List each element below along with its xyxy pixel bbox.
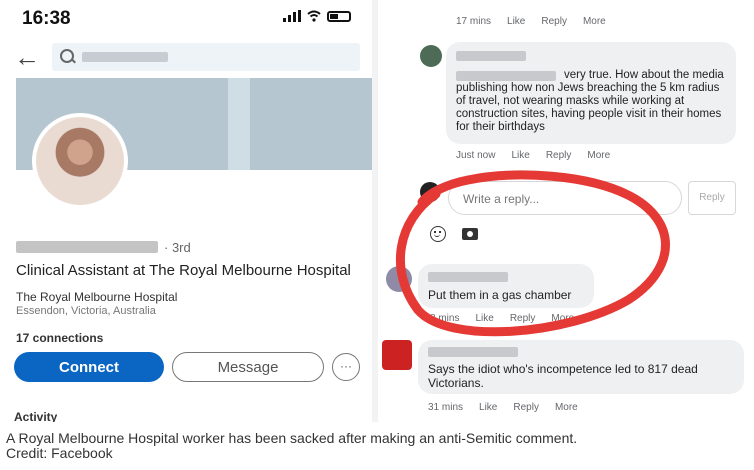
more-options-icon[interactable]: ··· bbox=[332, 353, 360, 381]
like-link[interactable]: Like bbox=[507, 16, 525, 27]
reply-link[interactable]: Reply bbox=[513, 402, 539, 413]
search-icon bbox=[60, 49, 74, 63]
wifi-icon bbox=[307, 10, 321, 22]
comment-bubble: Says the idiot who's incompetence led to… bbox=[418, 340, 744, 394]
redacted-commenter-name bbox=[428, 347, 518, 357]
reply-link[interactable]: Reply bbox=[541, 16, 567, 27]
profile-headline: Clinical Assistant at The Royal Melbourn… bbox=[16, 262, 351, 279]
comment-text: Put them in a gas chamber bbox=[428, 288, 572, 302]
camera-icon[interactable] bbox=[462, 228, 478, 240]
comment-time: 8 mins bbox=[430, 313, 460, 324]
comment-meta: 17 mins Like Reply More bbox=[456, 16, 606, 27]
more-link[interactable]: More bbox=[551, 313, 574, 324]
linkedin-profile-screenshot: 16:38 ← · 3rd Clinical Assistant at The … bbox=[0, 0, 372, 422]
caption-credit: Credit: Facebook bbox=[6, 445, 113, 461]
banner-stripe bbox=[228, 78, 250, 170]
comment-bubble: very true. How about the media publishin… bbox=[446, 42, 736, 144]
message-button[interactable]: Message bbox=[172, 352, 324, 382]
profile-avatar[interactable] bbox=[32, 113, 128, 209]
profile-employer[interactable]: The Royal Melbourne Hospital bbox=[16, 290, 177, 304]
comment-meta: 8 mins Like Reply More bbox=[430, 313, 574, 324]
comment-time: 17 mins bbox=[456, 16, 492, 27]
comment-text: Says the idiot who's incompetence led to… bbox=[428, 362, 698, 390]
emoji-icon[interactable] bbox=[430, 226, 446, 242]
comment-time: 31 mins bbox=[428, 402, 464, 413]
comment-bubble: Put them in a gas chamber bbox=[418, 264, 594, 308]
redacted-commenter-name bbox=[456, 51, 526, 61]
connection-degree: · 3rd bbox=[164, 240, 191, 255]
like-link[interactable]: Like bbox=[479, 402, 497, 413]
commenter-avatar[interactable] bbox=[420, 45, 442, 67]
photo-caption: A Royal Melbourne Hospital worker has be… bbox=[6, 431, 746, 461]
reply-link[interactable]: Reply bbox=[510, 313, 536, 324]
caption-text: A Royal Melbourne Hospital worker has be… bbox=[6, 430, 578, 446]
reply-link[interactable]: Reply bbox=[546, 150, 572, 161]
redacted-profile-name bbox=[16, 241, 158, 253]
like-link[interactable]: Like bbox=[475, 313, 493, 324]
pixelated-photo bbox=[36, 117, 124, 205]
more-link[interactable]: More bbox=[555, 402, 578, 413]
status-time: 16:38 bbox=[22, 8, 71, 29]
more-link[interactable]: More bbox=[583, 16, 606, 27]
facebook-comments-screenshot: 17 mins Like Reply More very true. How a… bbox=[378, 0, 754, 422]
battery-icon bbox=[327, 10, 351, 22]
connect-button[interactable]: Connect bbox=[14, 352, 164, 382]
comment-time: Just now bbox=[456, 150, 496, 161]
connections-count[interactable]: 17 connections bbox=[16, 331, 103, 345]
reply-input[interactable]: Write a reply... bbox=[448, 181, 682, 215]
comment-meta: 31 mins Like Reply More bbox=[428, 402, 578, 413]
activity-section-title: Activity bbox=[14, 410, 58, 422]
back-arrow-icon[interactable]: ← bbox=[14, 44, 40, 70]
status-icons bbox=[283, 10, 351, 22]
comment-meta: Just now Like Reply More bbox=[456, 150, 610, 161]
user-avatar bbox=[420, 182, 440, 202]
signal-icon bbox=[283, 10, 301, 22]
commenter-avatar[interactable] bbox=[386, 266, 412, 292]
commenter-avatar[interactable] bbox=[382, 340, 412, 370]
profile-location: Essendon, Victoria, Australia bbox=[16, 305, 156, 317]
search-input[interactable] bbox=[52, 43, 360, 71]
like-link[interactable]: Like bbox=[511, 150, 529, 161]
more-link[interactable]: More bbox=[587, 150, 610, 161]
redacted-search-text bbox=[82, 52, 168, 62]
reply-button[interactable]: Reply bbox=[688, 181, 736, 215]
comment-text: very true. How about the media publishin… bbox=[456, 69, 724, 133]
redacted-commenter-name bbox=[428, 272, 508, 282]
